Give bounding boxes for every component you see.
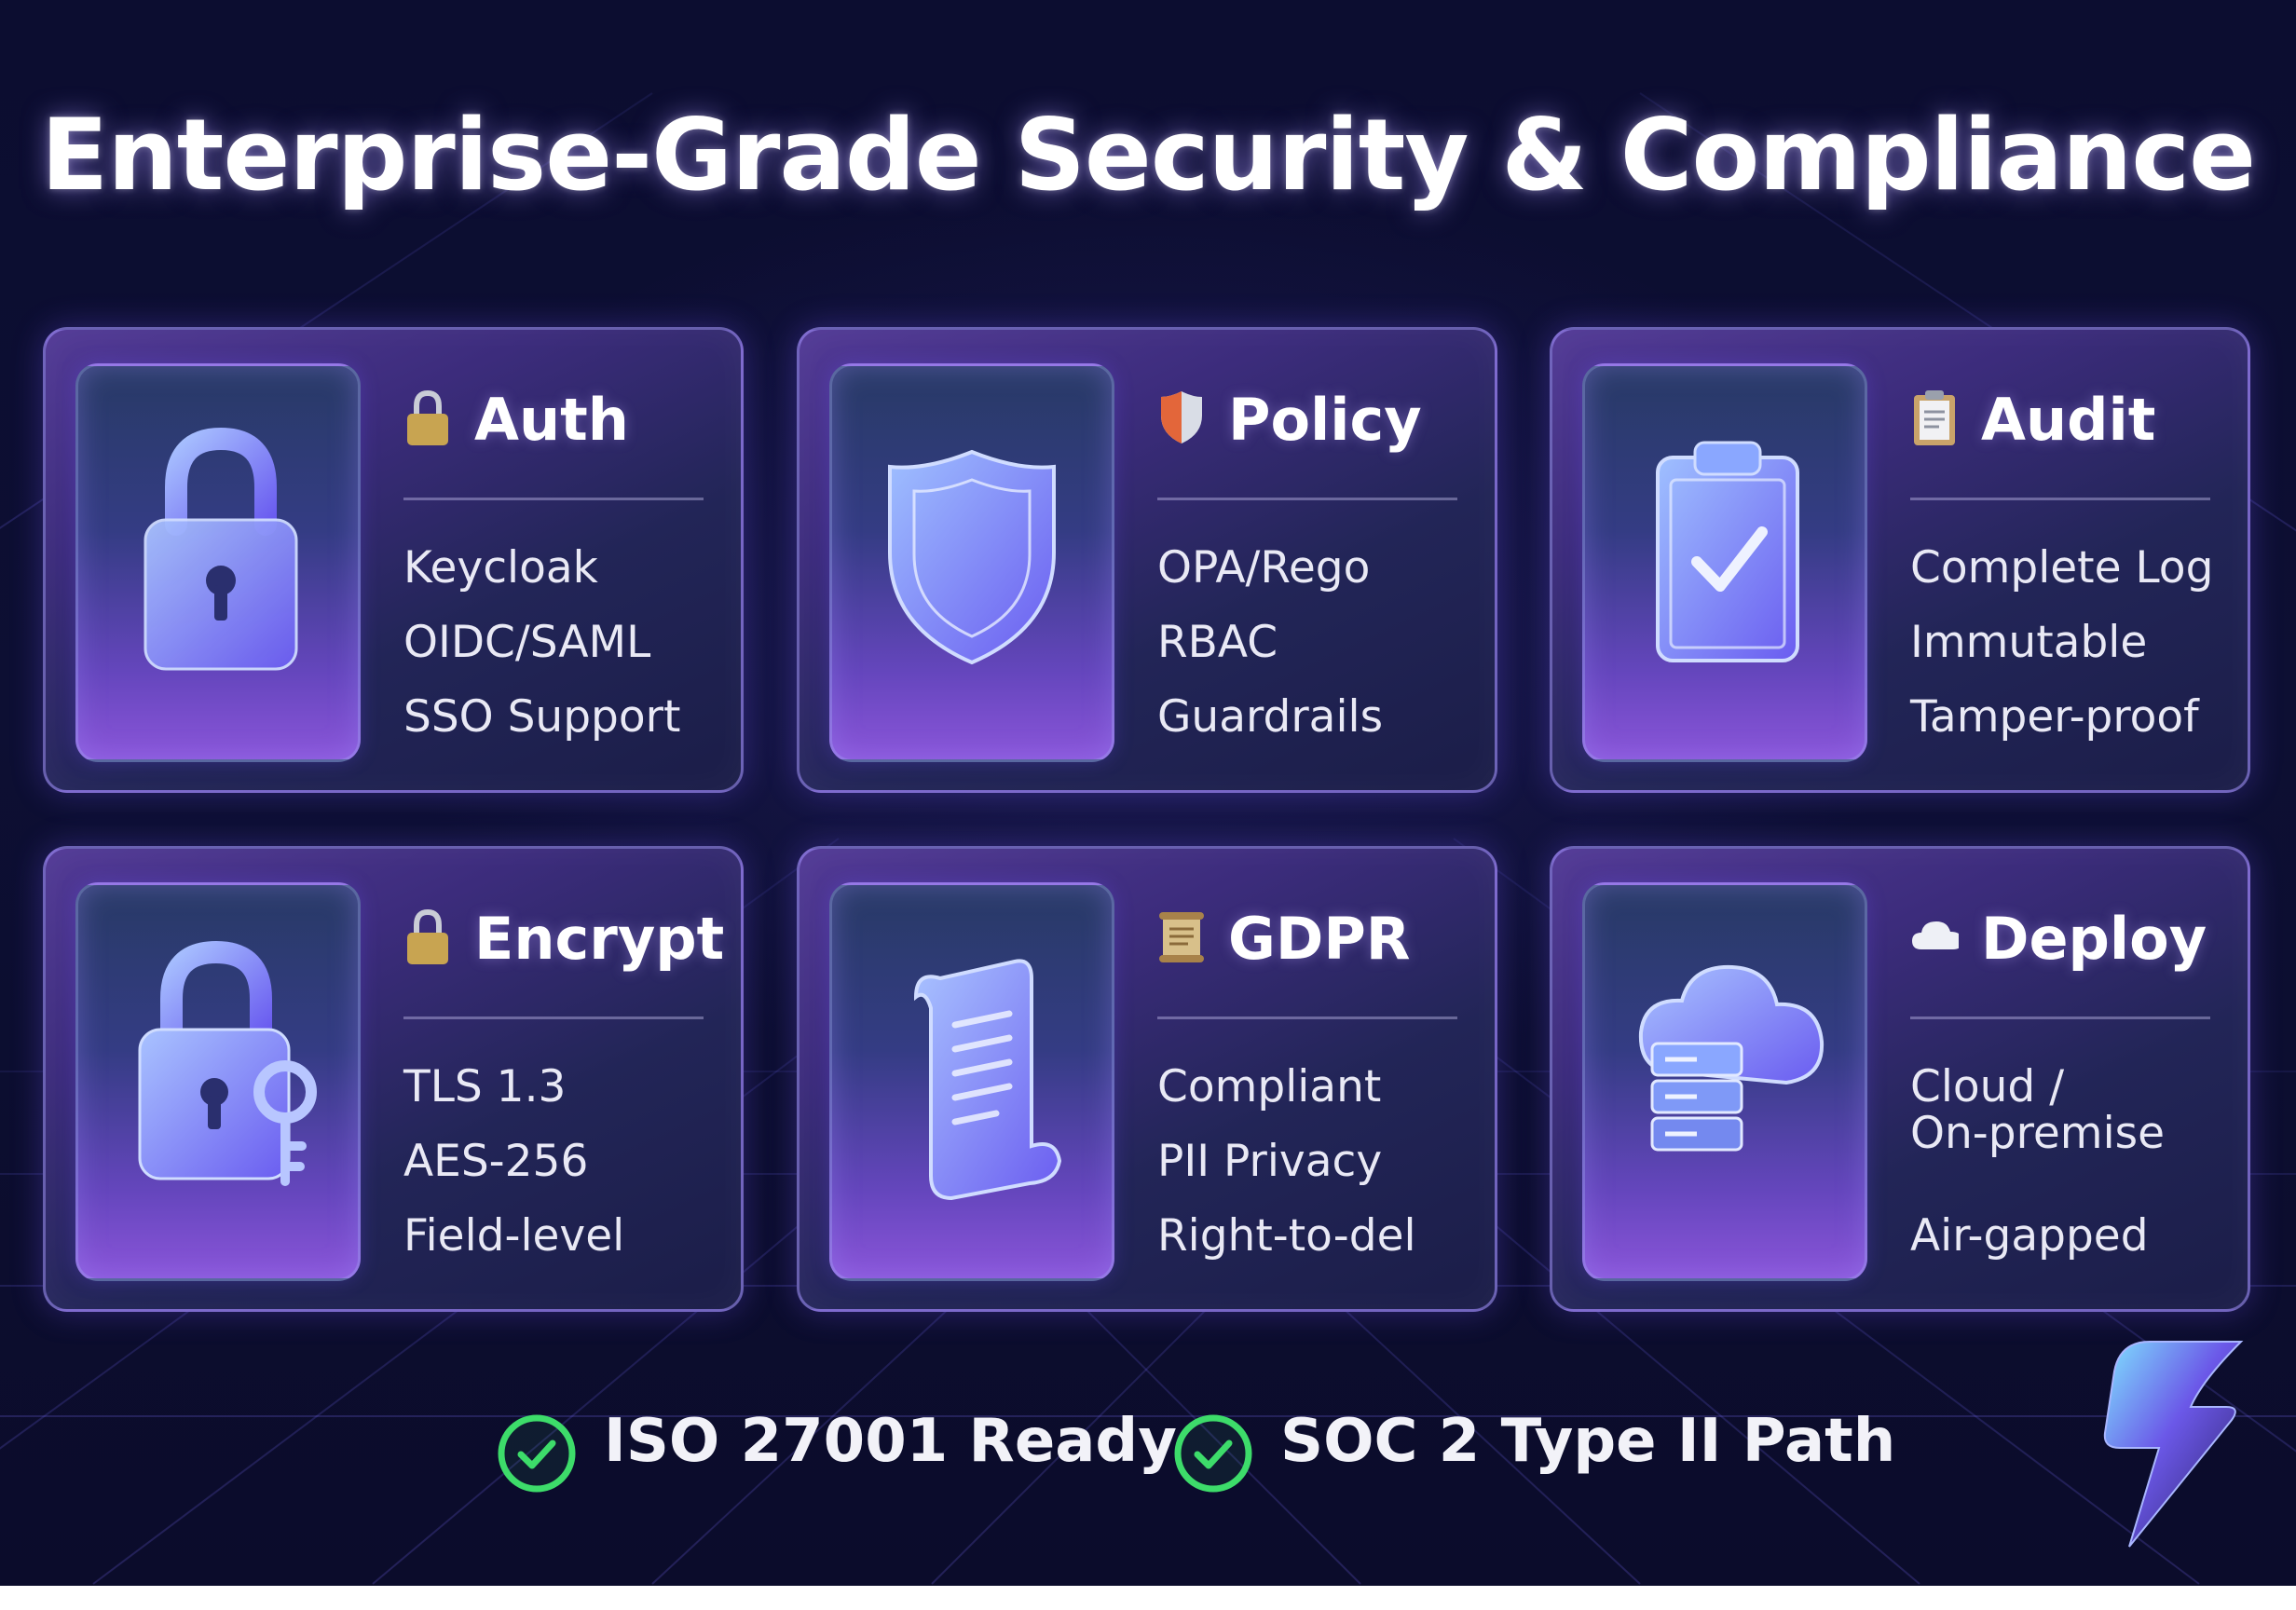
lock-emoji-icon	[407, 908, 448, 964]
background-grid	[0, 92, 2296, 1585]
feature-item: Tamper-proof	[1910, 691, 2199, 743]
icon-tile-auth	[75, 363, 361, 762]
feature-item: Field-level	[403, 1210, 625, 1262]
feature-item: Air-gapped	[1910, 1210, 2149, 1262]
feature-item: TLS 1.3	[403, 1061, 567, 1112]
shield-icon	[888, 449, 1056, 665]
icon-tile-encrypt	[75, 882, 361, 1281]
divider	[1910, 498, 2210, 500]
icon-tile-policy	[829, 363, 1114, 762]
card-deploy: Deploy Cloud / On-premise Air-gapped	[1550, 846, 2250, 1312]
feature-item: SSO Support	[403, 691, 681, 743]
feature-item: Immutable	[1910, 617, 2148, 668]
card-title: Audit	[1981, 386, 2156, 454]
divider	[1157, 1016, 1457, 1019]
page-title: Enterprise-Grade Security & Compliance	[40, 98, 2256, 212]
scroll-icon	[913, 959, 1062, 1201]
badge-iso: ISO 27001 Ready	[494, 1407, 1177, 1493]
feature-item: Complete Log	[1910, 542, 2214, 594]
feature-item: Compliant	[1157, 1061, 1382, 1112]
card-encrypt: Encrypt TLS 1.3 AES-256 Field-level	[43, 846, 744, 1312]
card-title: Encrypt	[474, 905, 725, 973]
feature-item: Guardrails	[1157, 691, 1384, 743]
divider	[403, 1016, 704, 1019]
feature-item: OPA/Rego	[1157, 542, 1371, 594]
cloud-server-icon	[1638, 964, 1824, 1152]
shield-emoji-icon	[1161, 391, 1202, 443]
feature-item: OIDC/SAML	[403, 617, 651, 668]
feature-item: Cloud /	[1910, 1061, 2065, 1112]
card-policy: Policy OPA/Rego RBAC Guardrails	[797, 327, 1497, 793]
icon-tile-audit	[1582, 363, 1867, 762]
divider	[1157, 498, 1457, 500]
divider	[403, 498, 704, 500]
feature-item: Right-to-del	[1157, 1210, 1416, 1262]
page-canvas: Enterprise-Grade Security & Compliance A…	[0, 0, 2296, 1586]
card-audit: Audit Complete Log Immutable Tamper-proo…	[1550, 327, 2250, 793]
cloud-emoji-icon	[1912, 921, 1959, 949]
card-auth: Auth Keycloak OIDC/SAML SSO Support	[43, 327, 744, 793]
clipboard-emoji-icon	[1914, 390, 1955, 445]
check-circle-icon	[1174, 1414, 1252, 1493]
padlock-icon	[144, 427, 298, 671]
card-title: Policy	[1228, 386, 1422, 454]
badge-soc2: SOC 2 Type II Path	[1170, 1407, 1895, 1493]
clipboard-check-icon	[1656, 441, 1799, 662]
lightning-bolt-logo	[2103, 1341, 2244, 1548]
padlock-key-icon	[138, 940, 317, 1186]
card-title: Deploy	[1981, 905, 2207, 973]
icon-tile-gdpr	[829, 882, 1114, 1281]
check-circle-icon	[498, 1414, 576, 1493]
feature-item: RBAC	[1157, 617, 1278, 668]
card-gdpr: GDPR Compliant PII Privacy Right-to-del	[797, 846, 1497, 1312]
icon-tile-deploy	[1582, 882, 1867, 1281]
badge-label: ISO 27001 Ready	[604, 1407, 1177, 1476]
feature-item: AES-256	[403, 1136, 589, 1187]
scroll-emoji-icon	[1159, 912, 1204, 962]
feature-item: Keycloak	[403, 542, 598, 594]
feature-item: On-premise	[1910, 1108, 2166, 1159]
divider	[1910, 1016, 2210, 1019]
card-title: Auth	[474, 386, 629, 454]
card-title: GDPR	[1228, 905, 1411, 973]
lock-emoji-icon	[407, 389, 448, 445]
badge-label: SOC 2 Type II Path	[1280, 1407, 1896, 1476]
feature-item: PII Privacy	[1157, 1136, 1383, 1187]
